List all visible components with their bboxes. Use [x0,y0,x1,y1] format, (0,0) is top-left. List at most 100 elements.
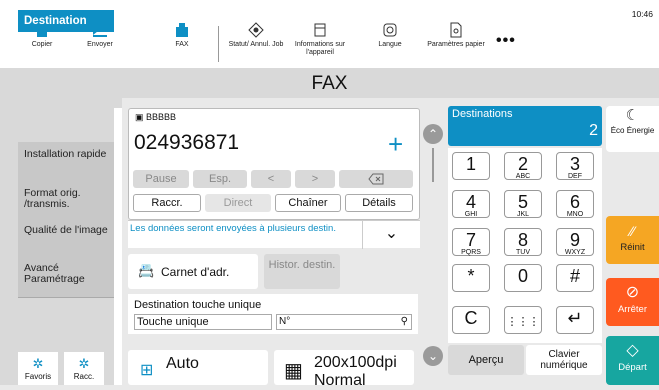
status-label: Statut/ Annul. Job [228,41,284,48]
scroll-down-button[interactable]: ⌄ [423,346,443,366]
resolution-button[interactable]: ▦ 200x100dpi Normal [274,350,414,389]
moon-icon: ☾ [625,107,640,124]
info-message: Les données seront envoyées à plusieurs … [130,223,336,234]
sidebar-item-original-format[interactable]: Format orig. /transmis. [18,181,114,223]
original-size-icon: ⊞ [140,362,154,379]
scrollbar[interactable] [432,148,434,182]
key-digit: 6 [569,192,580,212]
direct-button[interactable]: Direct [205,194,271,212]
eco-energy-button[interactable]: ☾ Éco Énergie [606,106,659,152]
scroll-up-button[interactable]: ⌃ [423,124,443,144]
fax-button[interactable]: FAX [150,22,214,49]
key-0[interactable]: 0 [504,264,542,292]
numeric-keyboard-button[interactable]: Clavier numérique [526,345,602,375]
eco-energy-label: Éco Énergie [610,126,655,135]
page-title: FAX [0,68,659,98]
clear-icon: C [464,308,478,328]
copier-label: Copier [31,41,53,48]
key-8[interactable]: 8 TUV [504,228,542,256]
favorites-button[interactable]: ✲ Favoris [18,352,58,385]
language-label: Langue [378,41,402,48]
favorites-icon: ✲ [32,356,44,371]
key-digit: 3 [569,154,580,174]
one-touch-number-search[interactable]: N° ⚲ [276,314,412,330]
destinations-label: Destinations [452,108,513,120]
key-digit: 2 [517,154,528,174]
stop-label: Arrêter [617,304,648,315]
destination-name: BBBBB [146,112,177,122]
start-icon: ◇ [626,342,639,359]
reset-button[interactable]: ⁄⁄ Réinit [606,216,659,264]
one-touch-title: Destination touche unique [134,299,262,311]
status-button[interactable]: Statut/ Annul. Job [224,22,288,49]
cursor-left-key[interactable]: < [251,170,291,188]
destinations-counter[interactable]: Destinations 2 [448,106,602,146]
resolution-label: 200x100dpi [314,354,397,371]
device-info-button[interactable]: Informations sur l'appareil [288,22,352,57]
sidebar-item-destination[interactable]: Destination [18,10,114,32]
add-destination-button[interactable]: + [388,131,403,157]
toolbar-divider [218,26,219,62]
address-book-button[interactable]: 📇 Carnet d'adr. [128,254,258,289]
expand-info-button[interactable]: ⌄ [362,221,420,249]
key-9[interactable]: 9 WXYZ [556,228,594,256]
keypad-toggle-key[interactable]: ⋮⋮⋮ [504,306,542,334]
stop-button[interactable]: ⊘ Arrêter [606,278,659,326]
details-button[interactable]: Détails [345,194,413,212]
address-book-label: Carnet d'adr. [161,265,230,279]
key-star[interactable]: * [452,264,490,292]
resolution-icon: ▦ [284,360,303,382]
auto-label: Auto [166,355,199,372]
key-7[interactable]: 7 PQRS [452,228,490,256]
sidebar-item-advanced[interactable]: Avancé Paramétrage [18,256,114,298]
backspace-icon [368,173,384,185]
sidebar-item-image-quality[interactable]: Qualité de l'image [18,218,114,260]
reset-label: Réinit [620,242,645,253]
language-button[interactable]: Langue [358,22,422,49]
backspace-key[interactable] [339,170,413,188]
key-hash[interactable]: # [556,264,594,292]
key-5[interactable]: 5 JKL [504,190,542,218]
reset-icon: ⁄⁄ [630,223,635,239]
shortcuts-button[interactable]: ✲ Racc. [64,352,104,385]
keypad-grid-icon: ⋮⋮⋮ [506,316,540,328]
key-letters: MNO [566,211,584,218]
more-icon[interactable]: ••• [496,32,516,50]
quality-label: Normal [314,372,366,389]
preview-button[interactable]: Aperçu [448,345,524,375]
fax-small-icon: ▣ [135,112,144,122]
cursor-right-key[interactable]: > [295,170,335,188]
key-letters: TUV [516,249,530,256]
shortcuts-label: Racc. [73,372,95,381]
hang-up-button[interactable]: Raccr. [133,194,201,212]
chain-button[interactable]: Chaîner [275,194,341,212]
key-4[interactable]: 4 GHI [452,190,490,218]
sidebar-divider [114,108,122,385]
destination-number[interactable]: 024936871 [134,131,239,155]
pause-key[interactable]: Pause [133,170,189,188]
one-touch-panel: Destination touche unique Touche unique … [128,294,418,334]
key-letters: JKL [516,211,530,218]
key-2[interactable]: 2 ABC [504,152,542,180]
history-button[interactable]: Histor. destin. [264,254,340,289]
status-icon [248,22,264,38]
start-button[interactable]: ◇ Départ [606,336,659,385]
key-6[interactable]: 6 MNO [556,190,594,218]
key-1[interactable]: 1 [452,152,490,180]
destinations-count: 2 [589,122,598,139]
key-letters: ABC [515,173,531,180]
address-book-icon: 📇 [138,263,155,278]
key-letters: PQRS [461,249,481,256]
one-touch-field[interactable]: Touche unique [134,314,272,330]
paper-settings-button[interactable]: Paramètres papier [424,22,488,49]
language-icon [383,23,397,37]
key-digit: * [467,266,475,286]
clear-key[interactable]: C [452,306,490,334]
key-letters: GHI [464,211,478,218]
enter-key[interactable]: ↵ [556,306,594,334]
key-3[interactable]: 3 DEF [556,152,594,180]
sidebar-item-quick-setup[interactable]: Installation rapide [18,142,114,184]
auto-button[interactable]: ⊞ Auto [128,350,268,385]
space-key[interactable]: Esp. [193,170,247,188]
chevron-down-icon: ⌄ [384,225,399,242]
